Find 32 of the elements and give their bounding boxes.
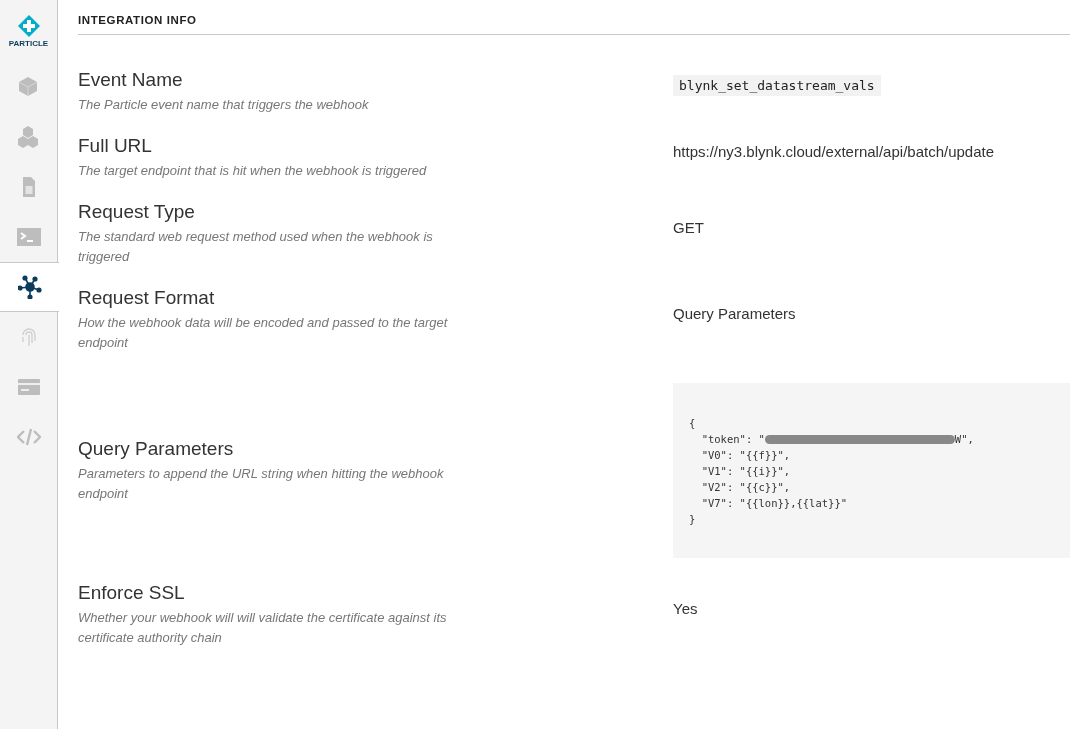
sidebar-item[interactable]	[0, 262, 59, 312]
field-label: Query Parameters	[78, 437, 235, 460]
code-line: W",	[954, 432, 974, 445]
code-line: {	[689, 416, 696, 429]
field-description: The standard web request method used when the webhook is triggered	[78, 228, 434, 266]
event-name-value: blynk_set_datastream_vals	[673, 74, 881, 96]
terminal-icon	[17, 225, 41, 249]
field-label: Full URL	[78, 135, 153, 157]
field-label: Request Type	[78, 201, 196, 223]
section-title: INTEGRATION INFO	[78, 0, 1070, 35]
field-value: https://ny3.blynk.cloud/external/api/batch/update	[673, 142, 995, 160]
field-label: Request Format	[78, 287, 216, 309]
code-line: }	[689, 512, 696, 525]
logo-icon[interactable]	[17, 14, 40, 37]
field-description: The Particle event name that triggers the webhook	[78, 96, 370, 114]
field-description: Parameters to append the URL string when hitting the webhook endpoint	[78, 464, 445, 503]
field-label: Event Name	[78, 69, 184, 91]
field-value: GET	[673, 218, 704, 236]
cubes-icon	[17, 125, 41, 149]
field-label: Enforce SSL	[78, 582, 186, 604]
field-value: Yes	[673, 599, 698, 617]
logo-text[interactable]: PARTICLE	[8, 38, 49, 48]
code-line: "V2": "{{c}}",	[700, 480, 791, 493]
field-description: Whether your webhook will will validate the certificate against its certificate authority chain	[78, 609, 448, 647]
code-line: "V0": "{{f}}",	[700, 448, 791, 461]
code-line: "V1": "{{i}}",	[700, 464, 791, 477]
code-line: "V7": "{{lon}},{{lat}}"	[700, 496, 848, 509]
field-description: The target endpoint that is hit when the webhook is triggered	[78, 162, 428, 180]
code-line: "token": "	[700, 432, 765, 445]
field-description: How the webhook data will be encoded and passed to the target endpoint	[78, 314, 449, 352]
field-value: Query Parameters	[673, 304, 796, 322]
network-icon	[17, 275, 42, 299]
